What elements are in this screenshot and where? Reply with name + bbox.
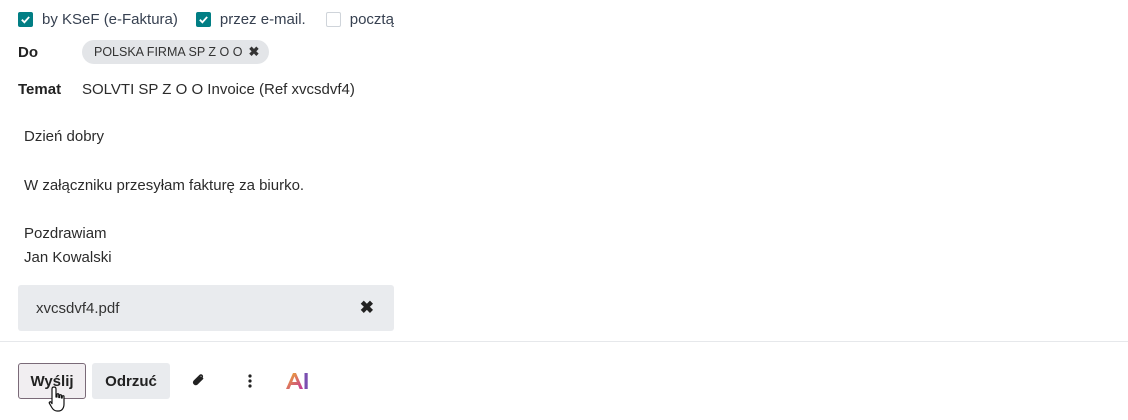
attachment-filename: xvcsdvf4.pdf (36, 299, 120, 317)
checkbox-ksef-label: by KSeF (e-Faktura) (42, 11, 178, 28)
subject-label: Temat (18, 81, 62, 98)
ai-icon[interactable] (282, 366, 312, 396)
recipient-tag[interactable]: POLSKA FIRMA SP Z O O ✖ (82, 40, 270, 64)
checkbox-checked-icon[interactable] (18, 12, 33, 27)
recipients-row: Do POLSKA FIRMA SP Z O O ✖ (18, 40, 270, 64)
body-signature: Jan Kowalski (24, 249, 112, 266)
checkbox-ksef[interactable]: by KSeF (e-Faktura) (18, 11, 178, 28)
footer-divider (0, 341, 1128, 342)
checkbox-unchecked-icon[interactable] (325, 12, 341, 27)
checkbox-email[interactable]: przez e-mail. (195, 11, 306, 28)
remove-tag-icon[interactable]: ✖ (248, 44, 259, 60)
recipient-tag-label: POLSKA FIRMA SP Z O O (94, 45, 243, 59)
checkbox-checked-icon[interactable] (195, 12, 211, 27)
more-vertical-icon[interactable] (235, 366, 265, 396)
attachment-item[interactable]: xvcsdvf4.pdf ✖ (18, 285, 394, 331)
hand-cursor-icon (48, 385, 70, 420)
body-line: W załączniku przesyłam fakturę za biurko… (24, 177, 305, 194)
checkbox-email-label: przez e-mail. (219, 11, 306, 28)
checkbox-post-label: pocztą (349, 11, 394, 28)
discard-button[interactable]: Odrzuć (92, 363, 170, 399)
delivery-options: by KSeF (e-Faktura) przez e-mail. pocztą (18, 11, 412, 28)
subject-row: Temat SOLVTI SP Z O O Invoice (Ref xvcsd… (18, 81, 355, 98)
checkbox-post[interactable]: pocztą (325, 11, 394, 28)
paperclip-icon[interactable] (184, 366, 214, 396)
remove-attachment-icon[interactable]: ✖ (360, 298, 374, 318)
body-greeting: Dzień dobry (24, 128, 105, 145)
subject-input[interactable]: SOLVTI SP Z O O Invoice (Ref xvcsdvf4) (82, 81, 355, 98)
recipients-label: Do (18, 43, 38, 61)
body-closing: Pozdrawiam (24, 225, 107, 242)
